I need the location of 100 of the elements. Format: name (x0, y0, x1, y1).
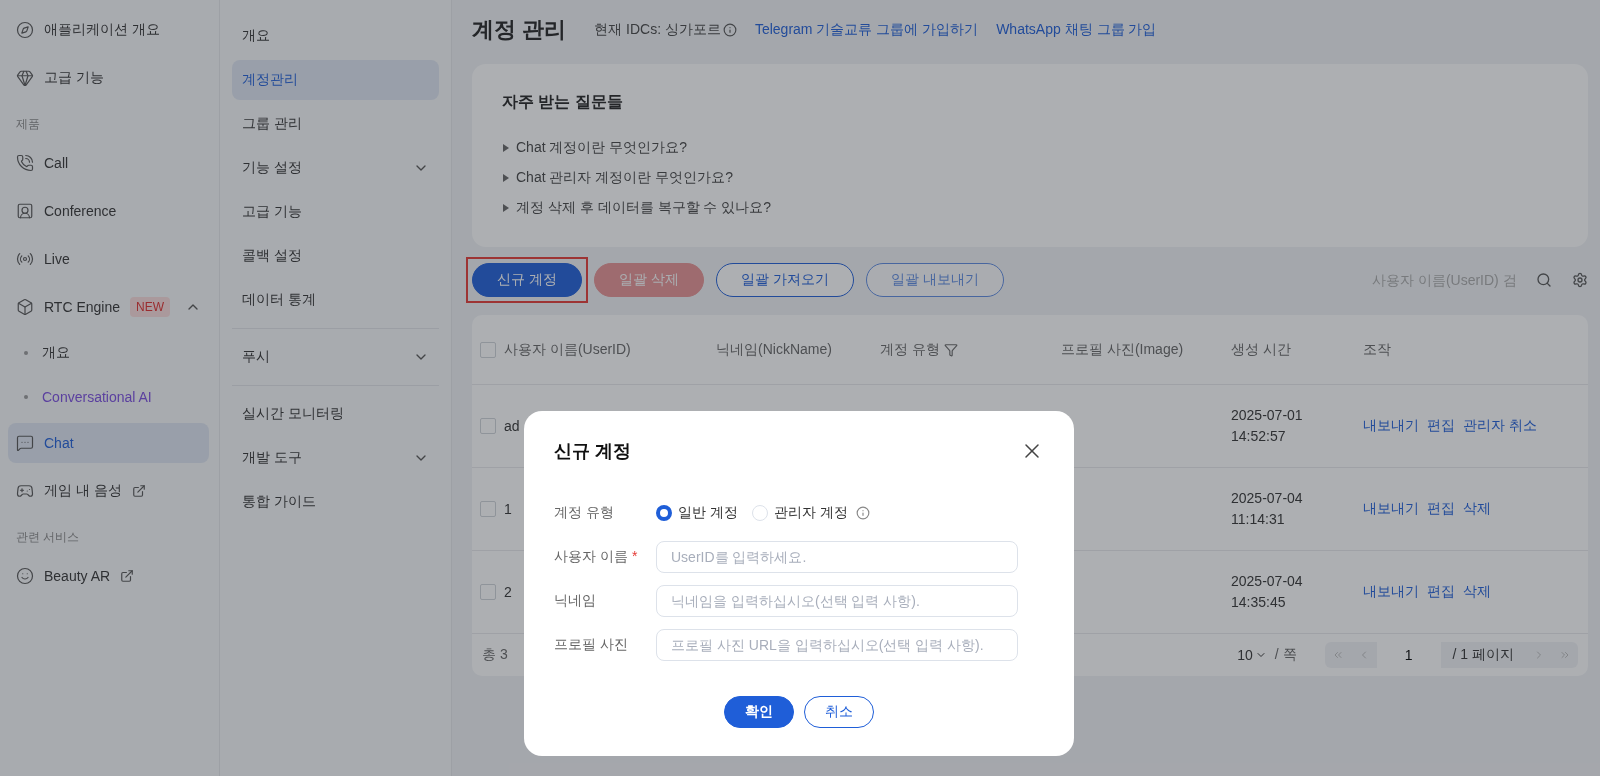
sidebar-label: 게임 내 음성 (44, 482, 122, 500)
section-label: 관련 서비스 (15, 529, 81, 546)
nav-item[interactable]: 실시간 모니터링 (232, 394, 439, 434)
faq-question[interactable]: Chat 계정이란 무엇인가요? (516, 139, 688, 157)
checkbox[interactable] (480, 501, 496, 517)
diamond-icon (16, 69, 34, 87)
nav-item[interactable]: 데이터 통계 (232, 280, 439, 320)
input-field[interactable]: 닉네임을 입력하십시오(선택 입력 사항). (656, 585, 1018, 617)
nav-label: 개요 (242, 27, 270, 45)
phone-icon (16, 154, 34, 172)
sidebar-item[interactable]: Call (8, 143, 209, 183)
column-header: 프로필 사진(Image) (1061, 340, 1185, 359)
nav-item[interactable]: 통합 가이드 (232, 482, 439, 522)
action-link[interactable]: 삭제 (1463, 500, 1491, 518)
dialog-button[interactable]: 취소 (804, 696, 874, 728)
checkbox[interactable] (480, 341, 496, 358)
faq-title: 자주 받는 질문들 (502, 92, 624, 112)
nav-label: 고급 기능 (242, 203, 302, 221)
nav-label: 계정관리 (242, 71, 298, 89)
sidebar-subitem[interactable]: Conversational AI (4, 375, 215, 419)
column-header: 조작 (1363, 340, 1392, 359)
action-link[interactable]: 삭제 (1463, 583, 1491, 601)
filter-icon[interactable] (943, 342, 958, 357)
caret-icon (502, 174, 510, 182)
sidebar-label: 개요 (42, 344, 70, 362)
action-link[interactable]: 편집 (1427, 583, 1455, 601)
nav-label: 푸시 (242, 348, 270, 366)
action-link[interactable]: 편집 (1427, 500, 1455, 518)
column-header: 생성 시간 (1231, 340, 1292, 359)
sidebar-item[interactable]: 고급 기능 (8, 58, 209, 98)
sidebar-item[interactable]: Live (8, 239, 209, 279)
table-cell-text: 2 (504, 582, 512, 602)
sidebar-label: Chat (44, 435, 74, 451)
page-size-select[interactable]: 10 (1237, 647, 1267, 663)
nav-item[interactable]: 그룹 관리 (232, 104, 439, 144)
sidebar-item[interactable]: Chat (8, 423, 209, 463)
page-total: / 1 페이지 (1451, 646, 1515, 664)
sidebar-label: 고급 기능 (44, 69, 104, 87)
sidebar-label: Call (44, 155, 69, 171)
input-field[interactable]: UserID를 입력하세요. (656, 541, 1018, 573)
join-group-link[interactable]: WhatsApp 채팅 그룹 가입 (996, 21, 1157, 39)
cube-icon (16, 298, 34, 316)
settings-icon[interactable] (1572, 272, 1588, 288)
sidebar-item[interactable]: Beauty AR (8, 556, 209, 596)
idc-label: 현재 IDCs: 싱가포르 (594, 21, 721, 39)
nav-item[interactable]: 계정관리 (232, 60, 439, 100)
action-link[interactable]: 내보내기 (1363, 417, 1419, 435)
nav-item[interactable]: 개발 도구 (232, 438, 439, 478)
nav-label: 통합 가이드 (242, 493, 316, 511)
sidebar-item[interactable]: Conference (8, 191, 209, 231)
nav-label: 실시간 모니터링 (242, 405, 344, 423)
toolbar-button[interactable]: 일괄 가져오기 (715, 263, 854, 297)
nav-item[interactable]: 콜백 설정 (232, 236, 439, 276)
page-input[interactable]: 1 (1376, 642, 1441, 668)
sidebar-label: 애플리케이션 개요 (44, 21, 160, 39)
column-header: 계정 유형 (880, 340, 1061, 359)
action-link[interactable]: 편집 (1427, 417, 1455, 435)
nav-label: 콜백 설정 (242, 247, 302, 265)
per-page-label: / 쪽 (1274, 646, 1297, 664)
nav-item[interactable]: 고급 기능 (232, 192, 439, 232)
action-link[interactable]: 관리자 취소 (1463, 417, 1537, 435)
dialog-button[interactable]: 확인 (724, 696, 794, 728)
sidebar-item[interactable]: 게임 내 음성 (8, 471, 209, 511)
nav-item[interactable]: 개요 (232, 16, 439, 56)
form-label: 계정 유형 (554, 504, 615, 522)
form-label: 사용자 이름 * (554, 548, 639, 566)
bullet-icon (24, 351, 28, 355)
sidebar-label: Live (44, 251, 70, 267)
caret-icon (502, 204, 510, 212)
table-cell-text: ad (504, 416, 520, 436)
sidebar-label: Beauty AR (44, 568, 111, 584)
radio-button[interactable] (656, 505, 672, 521)
broadcast-icon (16, 250, 34, 268)
nav-label: 데이터 통계 (242, 291, 316, 309)
new-badge: NEW (130, 297, 170, 317)
sidebar-subitem[interactable]: 개요 (4, 331, 215, 375)
nav-item[interactable]: 푸시 (232, 337, 439, 377)
column-header: 닉네임(NickName) (716, 340, 833, 359)
input-field[interactable]: 프로필 사진 URL을 입력하십시오(선택 입력 사항). (656, 629, 1018, 661)
checkbox[interactable] (480, 418, 496, 434)
action-link[interactable]: 내보내기 (1363, 500, 1419, 518)
info-icon (855, 506, 870, 520)
faq-question[interactable]: 계정 삭제 후 데이터를 복구할 수 있나요? (516, 199, 772, 217)
radio-option[interactable]: 일반 계정 (656, 504, 738, 522)
radio-option[interactable]: 관리자 계정 (751, 504, 848, 522)
join-group-link[interactable]: Telegram 기술교류 그룹에 가입하기 (754, 21, 979, 39)
nav-item[interactable]: 기능 설정 (232, 148, 439, 188)
sidebar-item[interactable]: 애플리케이션 개요 (8, 10, 209, 50)
checkbox[interactable] (480, 584, 496, 600)
sidebar-item[interactable]: RTC Engine NEW (8, 287, 209, 327)
form-label: 프로필 사진 (554, 636, 629, 654)
bullet-icon (24, 395, 28, 399)
toolbar-button[interactable]: 신규 계정 (472, 263, 582, 297)
video-user-icon (16, 202, 34, 220)
table-cell-text: 2025-07-01 14:52:57 (1231, 406, 1303, 446)
nav-label: 개발 도구 (242, 449, 302, 467)
sidebar-label: Conference (44, 203, 117, 219)
page-title: 계정 관리 (472, 16, 567, 44)
faq-question[interactable]: Chat 관리자 계정이란 무엇인가요? (516, 169, 734, 187)
action-link[interactable]: 내보내기 (1363, 583, 1419, 601)
